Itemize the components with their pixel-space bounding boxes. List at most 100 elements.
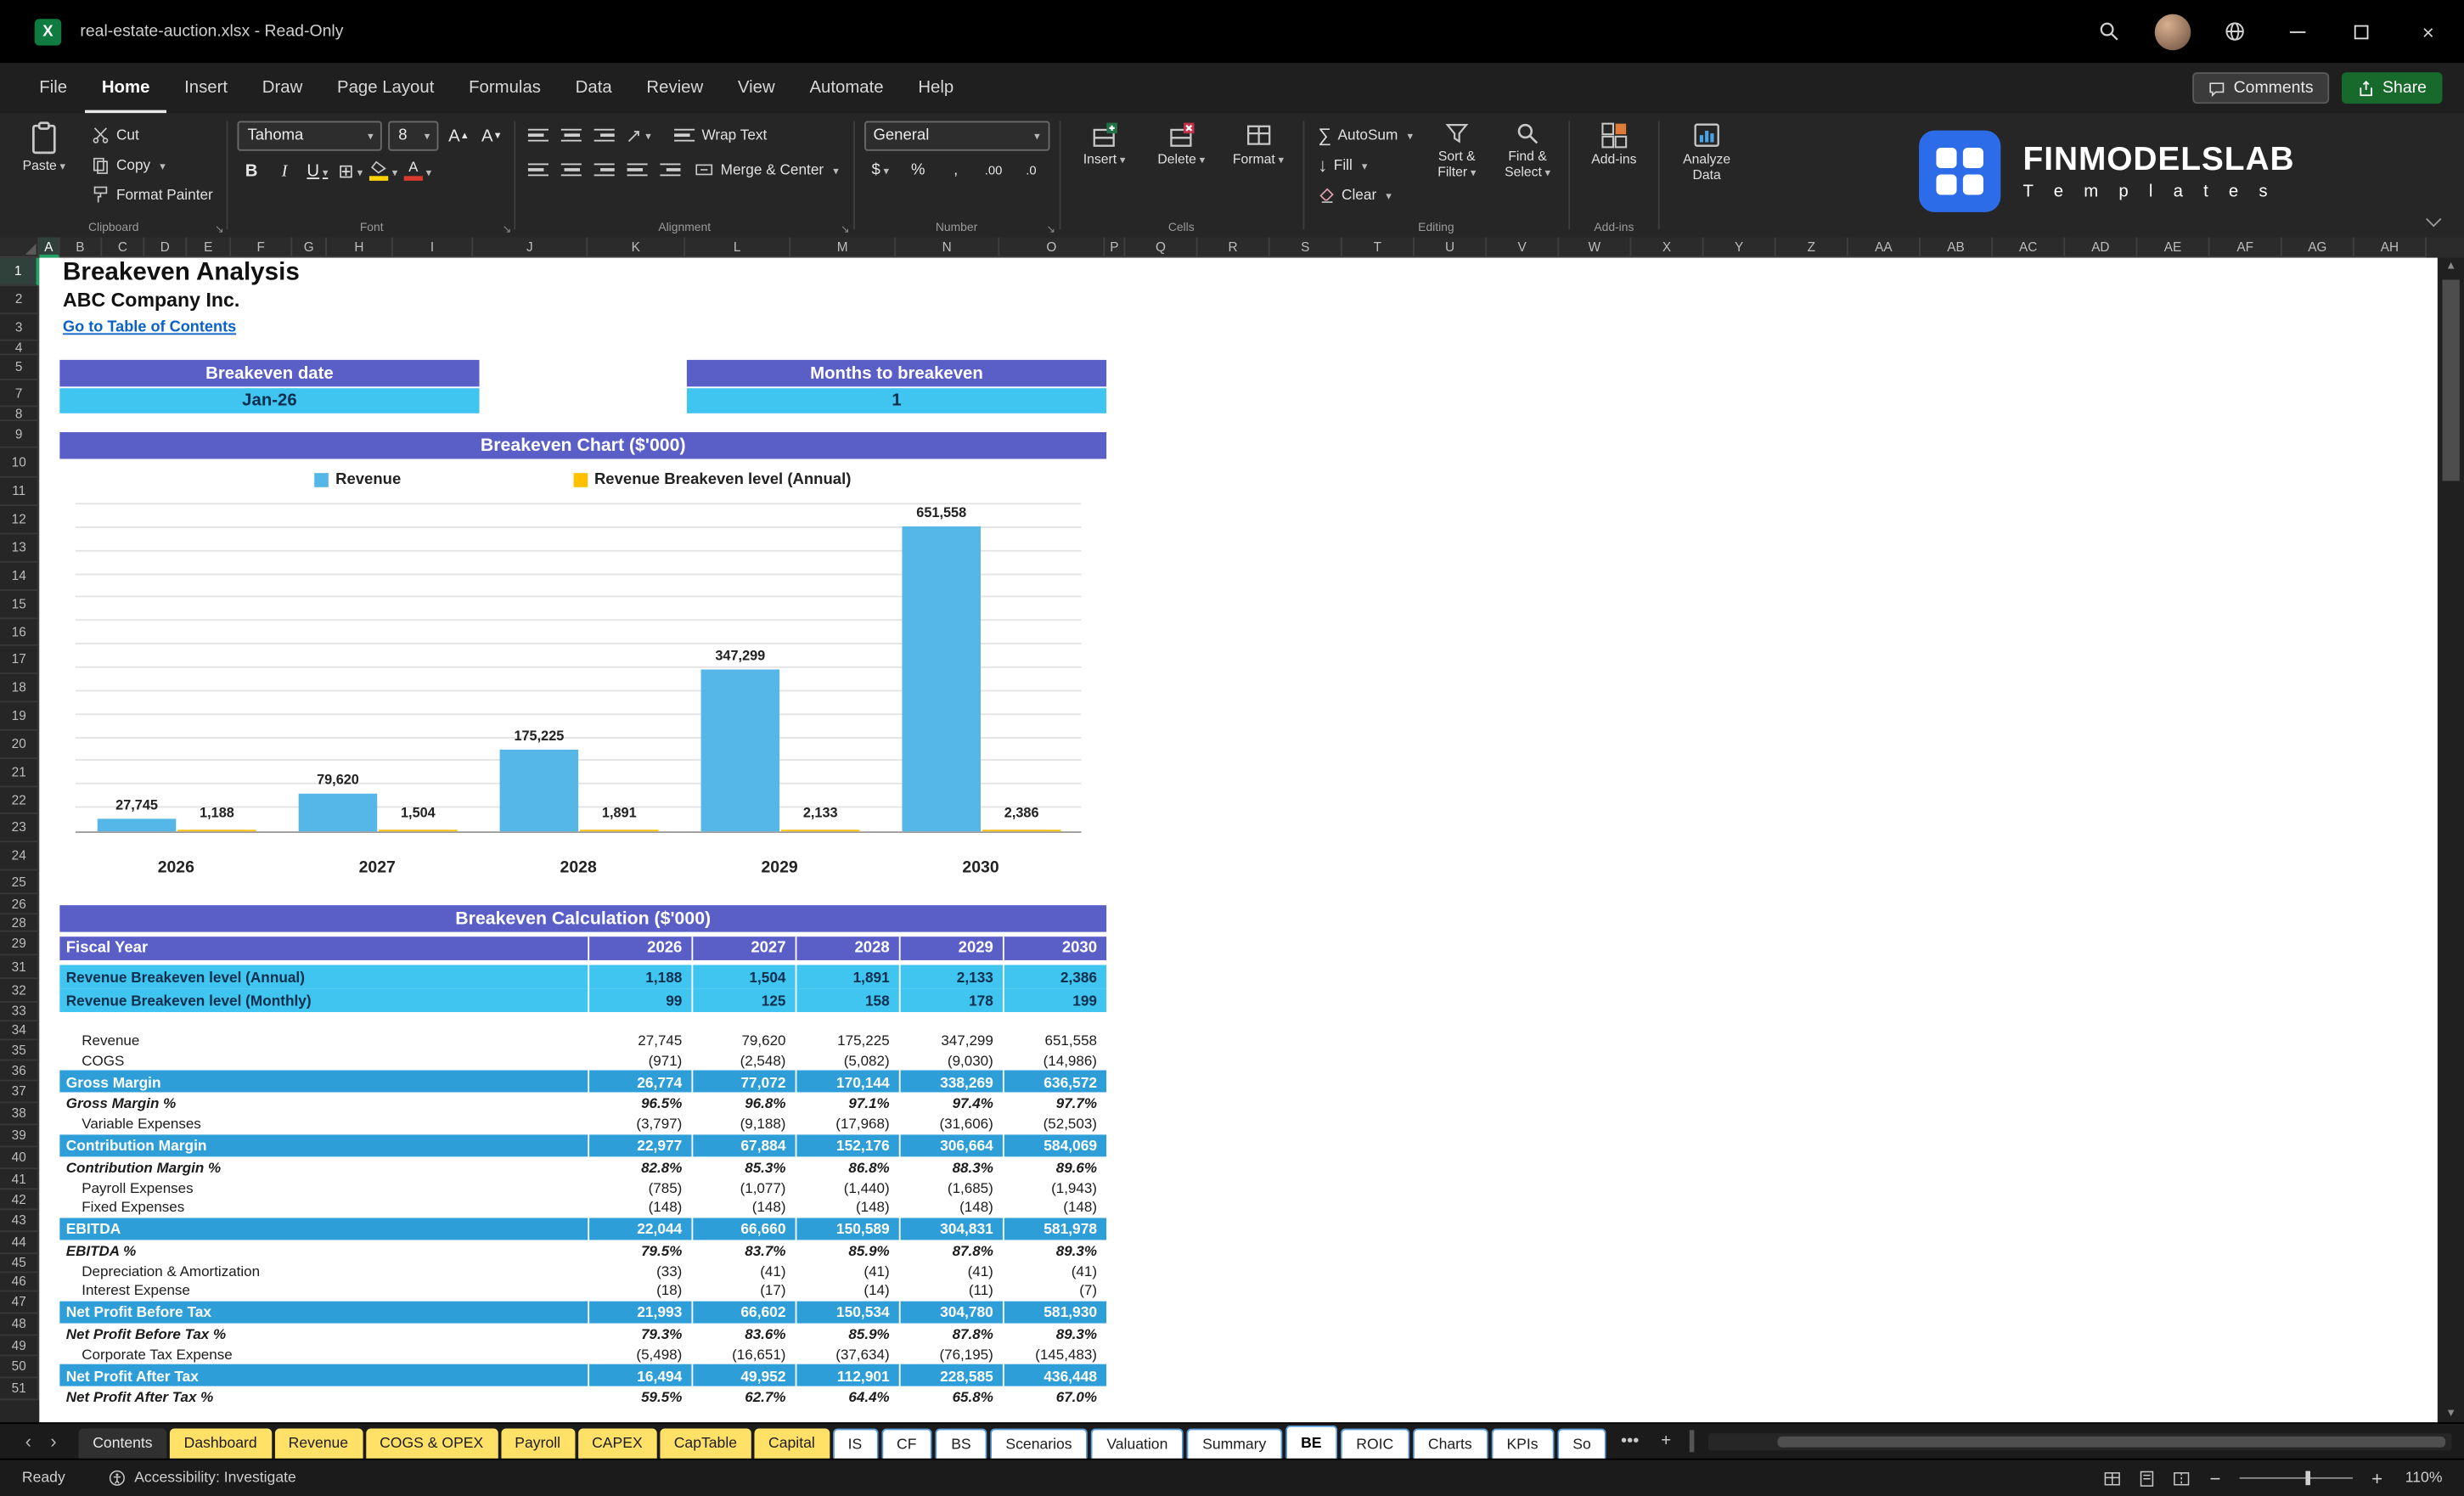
value-cell[interactable]: 96.8%: [691, 1092, 795, 1114]
column-header-Y[interactable]: Y: [1703, 237, 1776, 258]
value-cell[interactable]: (41): [899, 1261, 1003, 1280]
alignment-dialog-launcher[interactable]: ↘: [841, 223, 850, 236]
column-header-W[interactable]: W: [1559, 237, 1632, 258]
row-header-36[interactable]: 36: [0, 1060, 40, 1082]
value-cell[interactable]: (9,188): [691, 1114, 795, 1133]
row-header-46[interactable]: 46: [0, 1273, 40, 1292]
column-header-K[interactable]: K: [588, 237, 686, 258]
row-header-41[interactable]: 41: [0, 1169, 40, 1190]
row-header-11[interactable]: 11: [0, 477, 40, 507]
row-header-23[interactable]: 23: [0, 813, 40, 843]
value-cell[interactable]: 83.6%: [691, 1323, 795, 1345]
value-cell[interactable]: 64.4%: [796, 1386, 899, 1409]
row-label[interactable]: Net Profit Before Tax: [59, 1301, 588, 1323]
value-cell[interactable]: 584,069: [1002, 1133, 1106, 1156]
clear-button[interactable]: Clear: [1314, 181, 1418, 209]
column-header-G[interactable]: G: [292, 237, 328, 258]
value-cell[interactable]: 125: [691, 988, 795, 1013]
vertical-scroll-thumb[interactable]: [2442, 279, 2460, 481]
table-of-contents-link[interactable]: Go to Table of Contents: [63, 319, 236, 336]
value-cell[interactable]: 83.7%: [691, 1240, 795, 1262]
value-cell[interactable]: 112,901: [795, 1364, 899, 1386]
value-cell[interactable]: (16,651): [691, 1345, 795, 1364]
year-header[interactable]: 2027: [691, 936, 795, 960]
value-cell[interactable]: (971): [588, 1050, 691, 1070]
column-header-B[interactable]: B: [59, 237, 103, 258]
value-cell[interactable]: 85.9%: [796, 1240, 899, 1262]
value-cell[interactable]: 651,558: [1003, 1031, 1106, 1050]
grow-font-button[interactable]: A ▲: [446, 122, 472, 149]
value-cell[interactable]: (1,685): [899, 1178, 1003, 1197]
row-header-28[interactable]: 28: [0, 914, 40, 932]
sheet-tab-is[interactable]: IS: [832, 1428, 878, 1459]
accessibility-button[interactable]: Accessibility: Investigate: [110, 1470, 296, 1487]
sheet-tab-capex[interactable]: CAPEX: [577, 1428, 657, 1459]
row-header-26[interactable]: 26: [0, 894, 40, 915]
sheet-tab-payroll[interactable]: Payroll: [500, 1428, 575, 1459]
sheet-tab-revenue[interactable]: Revenue: [274, 1428, 363, 1459]
italic-button[interactable]: I: [271, 157, 297, 183]
row-label[interactable]: Contribution Margin %: [59, 1156, 588, 1178]
year-header[interactable]: 2026: [588, 936, 691, 960]
row-header-33[interactable]: 33: [0, 1002, 40, 1022]
align-left-button[interactable]: [526, 156, 552, 183]
value-cell[interactable]: (37,634): [796, 1345, 899, 1364]
orientation-button[interactable]: [625, 121, 651, 148]
value-cell[interactable]: 581,978: [1002, 1217, 1106, 1240]
value-cell[interactable]: (5,498): [588, 1345, 691, 1364]
search-icon[interactable]: [2078, 0, 2141, 63]
row-header-24[interactable]: 24: [0, 842, 40, 871]
page-layout-view-button[interactable]: [2137, 1469, 2156, 1488]
value-cell[interactable]: 2,386: [1002, 965, 1106, 989]
value-cell[interactable]: 228,585: [898, 1364, 1003, 1386]
insert-cells-button[interactable]: Insert: [1070, 121, 1139, 217]
row-header-37[interactable]: 37: [0, 1081, 40, 1104]
value-cell[interactable]: (9,030): [899, 1050, 1003, 1070]
tabs-scroll-left[interactable]: ‹: [16, 1430, 42, 1452]
value-cell[interactable]: 59.5%: [588, 1386, 691, 1409]
row-header-25[interactable]: 25: [0, 870, 40, 895]
value-cell[interactable]: 2,133: [898, 965, 1003, 989]
value-cell[interactable]: 65.8%: [899, 1386, 1003, 1409]
value-cell[interactable]: (18): [588, 1281, 691, 1301]
value-cell[interactable]: 85.3%: [691, 1156, 795, 1178]
column-header-AG[interactable]: AG: [2281, 237, 2354, 258]
addins-button[interactable]: Add-ins: [1579, 121, 1648, 217]
row-header-4[interactable]: 4: [0, 340, 40, 356]
value-cell[interactable]: 49,952: [691, 1364, 795, 1386]
year-header[interactable]: 2030: [1002, 936, 1106, 960]
value-cell[interactable]: 152,176: [795, 1133, 899, 1156]
value-cell[interactable]: (1,440): [796, 1178, 899, 1197]
value-cell[interactable]: 97.7%: [1003, 1092, 1106, 1114]
column-header-V[interactable]: V: [1487, 237, 1560, 258]
row-header-18[interactable]: 18: [0, 674, 40, 703]
select-all-corner[interactable]: [0, 237, 40, 258]
value-cell[interactable]: 77,072: [691, 1070, 795, 1093]
row-header-51[interactable]: 51: [0, 1378, 40, 1401]
value-cell[interactable]: (41): [1003, 1261, 1106, 1280]
minimize-button[interactable]: [2266, 0, 2329, 63]
column-header-D[interactable]: D: [144, 237, 188, 258]
decrease-decimal-button[interactable]: .0: [1018, 157, 1044, 183]
menu-home[interactable]: Home: [84, 63, 166, 113]
value-cell[interactable]: (11): [899, 1281, 1003, 1301]
close-button[interactable]: ×: [2392, 0, 2464, 63]
value-cell[interactable]: 85.9%: [796, 1323, 899, 1345]
row-header-39[interactable]: 39: [0, 1125, 40, 1148]
row-header-29[interactable]: 29: [0, 931, 40, 956]
column-header-AH[interactable]: AH: [2354, 237, 2427, 258]
sheet-tab-bs[interactable]: BS: [935, 1428, 987, 1459]
column-header-S[interactable]: S: [1269, 237, 1342, 258]
breakeven-bar[interactable]: [982, 829, 1061, 832]
column-header-C[interactable]: C: [102, 237, 145, 258]
zoom-level[interactable]: 110%: [2401, 1470, 2443, 1487]
column-header-Z[interactable]: Z: [1775, 237, 1848, 258]
sheet-tab-scenarios[interactable]: Scenarios: [989, 1428, 1089, 1459]
align-middle-button[interactable]: [559, 121, 585, 148]
restore-button[interactable]: [2329, 0, 2392, 63]
revenue-bar[interactable]: [902, 526, 982, 832]
value-cell[interactable]: 581,930: [1002, 1300, 1106, 1323]
more-sheets-button[interactable]: •••: [1610, 1431, 1650, 1450]
font-color-button[interactable]: A: [403, 157, 431, 183]
row-header-14[interactable]: 14: [0, 562, 40, 591]
